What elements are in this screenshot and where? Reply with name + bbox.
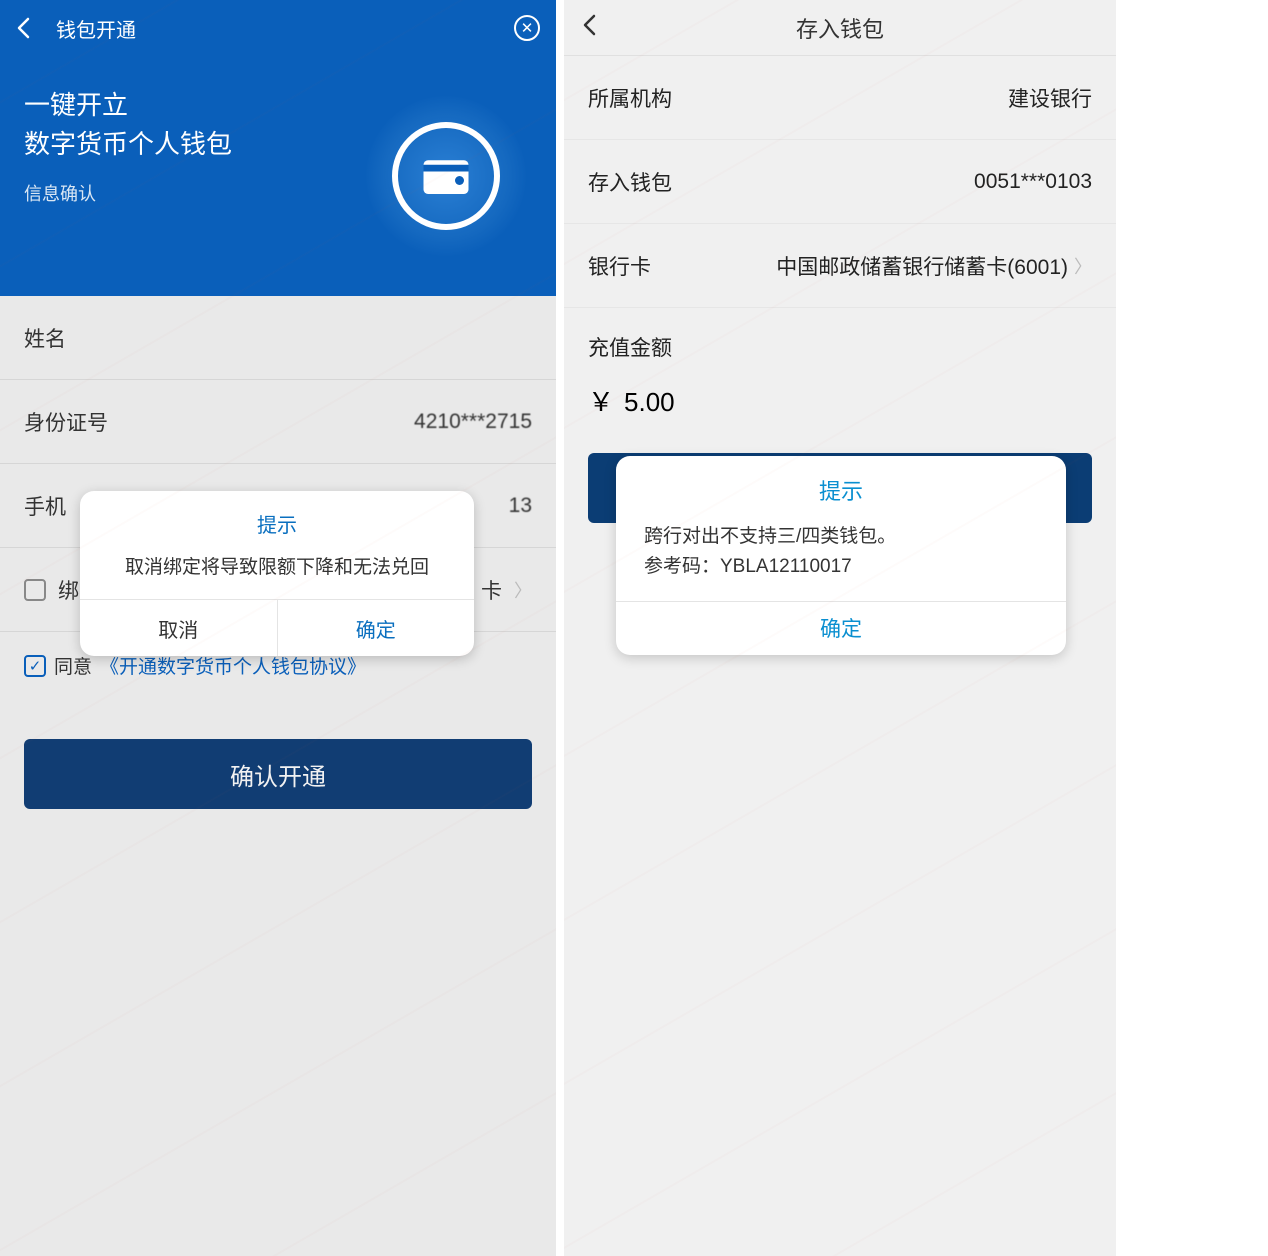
back-icon[interactable] — [582, 14, 598, 42]
phone-value: 13 — [509, 494, 532, 518]
wallet-row: 存入钱包 0051***0103 — [564, 140, 1116, 224]
wallet-icon — [419, 149, 473, 203]
name-row[interactable]: 姓名 — [0, 296, 556, 380]
confirm-button[interactable]: 确认开通 — [24, 739, 532, 809]
card-label: 银行卡 — [588, 251, 651, 281]
right-dialog: 提示 跨行对出不支持三/四类钱包。 参考码：YBLA12110017 确定 — [616, 456, 1066, 655]
wallet-icon-outer — [366, 96, 526, 256]
dialog-message: 取消绑定将导致限额下降和无法兑回 — [80, 548, 474, 599]
right-header-title: 存入钱包 — [796, 12, 884, 44]
wallet-label: 存入钱包 — [588, 167, 672, 197]
org-label: 所属机构 — [588, 83, 672, 113]
card-suffix: 卡 — [481, 575, 502, 605]
phone-label: 手机 — [24, 491, 66, 521]
dialog-message: 跨行对出不支持三/四类钱包。 参考码：YBLA12110017 — [616, 518, 1066, 601]
agree-link[interactable]: 《开通数字货币个人钱包协议》 — [100, 652, 366, 679]
hero-banner: 一键开立 数字货币个人钱包 信息确认 — [0, 56, 556, 296]
card-label: 绑 — [58, 575, 79, 605]
org-row: 所属机构 建设银行 — [564, 56, 1116, 140]
dialog-title: 提示 — [80, 491, 474, 548]
ok-button[interactable]: 确定 — [616, 601, 1066, 655]
agree-prefix: 同意 — [54, 652, 92, 679]
name-label: 姓名 — [24, 323, 66, 353]
left-header-title: 钱包开通 — [56, 14, 136, 43]
amount-label: 充值金额 — [564, 308, 1116, 372]
id-value: 4210***2715 — [414, 410, 532, 434]
card-value: 中国邮政储蓄银行储蓄卡(6001) — [776, 251, 1068, 281]
bankcard-row[interactable]: 银行卡 中国邮政储蓄银行储蓄卡(6001) 〉 — [564, 224, 1116, 308]
card-checkbox[interactable] — [24, 579, 46, 601]
chevron-right-icon: 〉 — [1074, 253, 1092, 279]
left-dialog: 提示 取消绑定将导致限额下降和无法兑回 取消 确定 — [80, 491, 474, 656]
agree-checkbox[interactable]: ✓ — [24, 655, 46, 677]
wallet-value: 0051***0103 — [974, 170, 1092, 194]
org-value: 建设银行 — [1008, 83, 1092, 113]
right-header: 存入钱包 — [564, 0, 1116, 56]
id-label: 身份证号 — [24, 407, 108, 437]
dialog-msg-line2: 参考码：YBLA12110017 — [644, 552, 1038, 582]
left-header: 钱包开通 ✕ — [0, 0, 556, 56]
chevron-right-icon: 〉 — [514, 577, 532, 603]
back-icon[interactable] — [16, 17, 32, 39]
amount-value[interactable]: ￥ 5.00 — [564, 372, 1116, 443]
id-row[interactable]: 身份证号 4210***2715 — [0, 380, 556, 464]
cancel-button[interactable]: 取消 — [80, 600, 278, 656]
dialog-title: 提示 — [616, 456, 1066, 518]
left-screen: 钱包开通 ✕ 一键开立 数字货币个人钱包 信息确认 姓名 身份证号 4210**… — [0, 0, 556, 1256]
currency-symbol: ￥ — [588, 382, 614, 419]
amount-number: 5.00 — [624, 387, 675, 418]
ok-button[interactable]: 确定 — [278, 600, 475, 656]
dialog-msg-line1: 跨行对出不支持三/四类钱包。 — [644, 522, 1038, 552]
close-icon[interactable]: ✕ — [514, 15, 540, 41]
right-screen: 存入钱包 所属机构 建设银行 存入钱包 0051***0103 银行卡 中国邮政… — [564, 0, 1116, 1256]
